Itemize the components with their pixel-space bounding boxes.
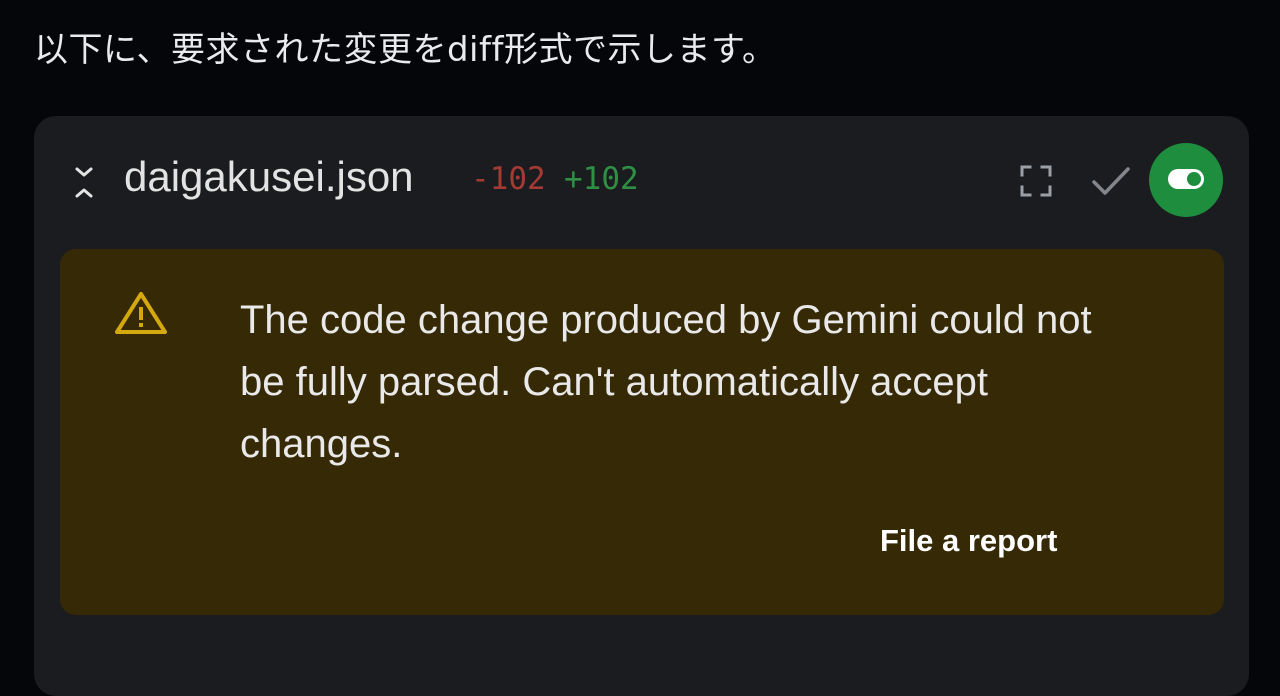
file-card-header: daigakusei.json -102 +102 bbox=[34, 116, 1249, 246]
toggle-icon bbox=[1168, 169, 1204, 189]
diff-file-card: daigakusei.json -102 +102 The code chang… bbox=[34, 116, 1249, 696]
collapse-chevrons-icon[interactable] bbox=[72, 165, 96, 201]
warning-message: The code change produced by Gemini could… bbox=[240, 298, 1092, 466]
file-name: daigakusei.json bbox=[124, 153, 414, 200]
intro-message: 以下に、要求された変更をdiff形式で示します。 bbox=[34, 30, 777, 70]
file-report-link[interactable]: File a report bbox=[880, 523, 1057, 559]
fullscreen-icon[interactable] bbox=[1019, 164, 1053, 198]
apply-toggle-button[interactable] bbox=[1149, 143, 1223, 217]
check-icon[interactable] bbox=[1090, 162, 1132, 200]
warning-triangle-icon bbox=[114, 290, 168, 336]
deletions-count: -102 bbox=[471, 161, 546, 197]
parse-warning-banner: The code change produced by Gemini could… bbox=[60, 249, 1224, 615]
additions-count: +102 bbox=[564, 161, 639, 197]
